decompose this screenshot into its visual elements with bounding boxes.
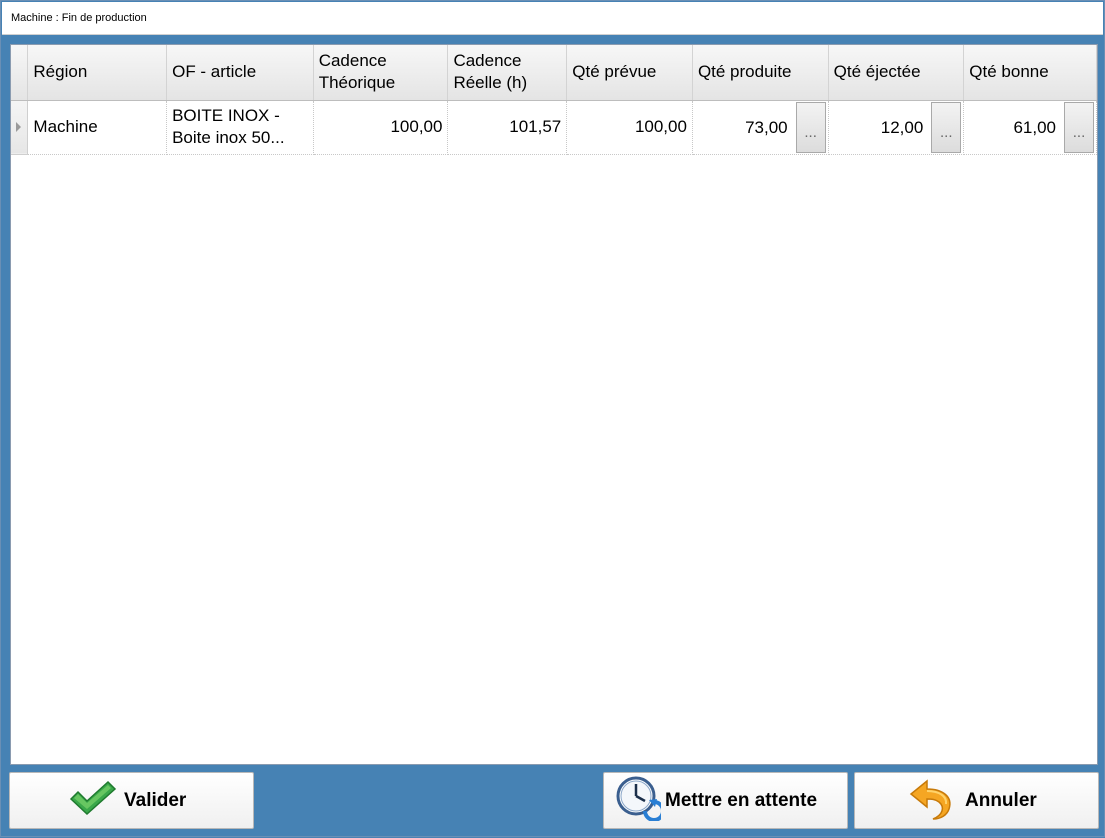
green-checkmark-icon	[68, 780, 118, 822]
qte-ejectee-ellipsis-button[interactable]: ...	[931, 101, 962, 153]
row-selector[interactable]	[11, 100, 29, 155]
cancel-label: Annuler	[965, 789, 1037, 811]
column-header-qte-produite[interactable]: Qté produite	[692, 45, 829, 101]
column-header-of-article[interactable]: OF - article	[166, 45, 314, 101]
qte-bonne-value: 61,00	[1013, 117, 1056, 137]
column-header-qte-ejectee[interactable]: Qté éjectée	[828, 45, 965, 101]
cell-qte-ejectee[interactable]: 12,00 ...	[828, 100, 965, 155]
hold-button[interactable]: Mettre en attente	[603, 772, 848, 829]
validate-button[interactable]: Valider	[9, 772, 254, 829]
cell-of-article[interactable]: BOITE INOX - Boite inox 50...	[166, 100, 314, 155]
cell-region[interactable]: Machine	[27, 100, 168, 155]
column-header-region[interactable]: Région	[27, 45, 168, 101]
cell-cadence-theorique[interactable]: 100,00	[313, 100, 449, 155]
hold-label: Mettre en attente	[665, 789, 818, 811]
row-header-corner	[11, 45, 29, 101]
table-row[interactable]: Machine BOITE INOX - Boite inox 50... 100…	[11, 100, 1097, 155]
end-of-production-dialog: Machine : Fin de production Région OF - …	[0, 0, 1105, 837]
header-row: Région OF - article Cadence Théorique Cad…	[11, 45, 1097, 101]
cell-cadence-reelle[interactable]: 101,57	[447, 100, 568, 155]
orange-undo-arrow-icon	[909, 775, 959, 827]
cancel-button[interactable]: Annuler	[854, 772, 1099, 829]
cell-qte-bonne[interactable]: 61,00 ...	[963, 100, 1097, 155]
cell-qte-prevue[interactable]: 100,00	[566, 100, 693, 155]
column-header-qte-prevue[interactable]: Qté prévue	[566, 45, 693, 101]
clock-refresh-icon	[615, 775, 665, 827]
column-header-qte-bonne[interactable]: Qté bonne	[963, 45, 1097, 101]
validate-label: Valider	[124, 789, 187, 811]
qte-ejectee-value: 12,00	[880, 117, 924, 137]
column-header-cadence-theorique[interactable]: Cadence Théorique	[313, 45, 449, 101]
action-bar: Valider Mettre en attente Annuler	[1, 765, 1105, 838]
qte-produite-ellipsis-button[interactable]: ...	[795, 101, 826, 153]
cell-qte-produite[interactable]: 73,00 ...	[692, 100, 829, 155]
column-header-cadence-reelle[interactable]: Cadence Réelle (h)	[447, 45, 568, 101]
qte-produite-value: 73,00	[745, 117, 788, 137]
title-bar: Machine : Fin de production	[2, 2, 1103, 35]
row-indicator-icon	[16, 121, 21, 132]
window-title: Machine : Fin de production	[11, 12, 147, 24]
qte-bonne-ellipsis-button[interactable]: ...	[1064, 101, 1094, 153]
production-grid: Région OF - article Cadence Théorique Cad…	[10, 44, 1098, 765]
